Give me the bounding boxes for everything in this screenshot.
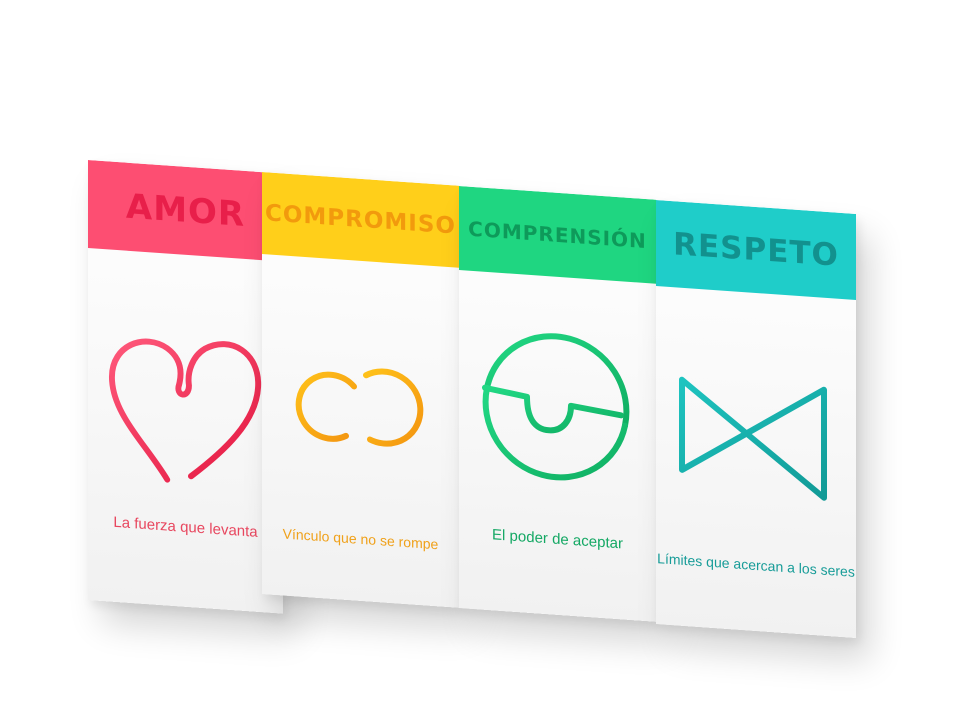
card-amor: AMOR La fuerza que levanta [88, 160, 283, 614]
circle-cup-icon [482, 333, 630, 481]
card-caption: Límites que acercan a los seres [657, 550, 855, 580]
card-header: RESPETO [656, 200, 856, 300]
card-title: RESPETO [673, 226, 839, 274]
card-title: COMPRENSIÓN [468, 216, 647, 254]
card-header: COMPRENSIÓN [459, 186, 656, 284]
card-caption: La fuerza que levanta [113, 513, 258, 541]
heart-loop-icon [108, 338, 262, 483]
card-respeto: RESPETO Límites que acercan a los seres [656, 200, 856, 638]
card-caption: Vínculo que no se rompe [282, 525, 439, 553]
bowtie-icon [679, 376, 827, 501]
card-comprension: COMPRENSIÓN El poder de aceptar [459, 186, 656, 622]
card-compromiso: COMPROMISO Vínculo que no se rompe [262, 172, 459, 608]
card-header: COMPROMISO [262, 172, 459, 268]
card-title: COMPROMISO [264, 200, 456, 240]
card-caption: El poder de aceptar [492, 526, 623, 553]
interlocked-rings-icon [295, 368, 424, 447]
card-header: AMOR [88, 160, 283, 262]
card-title: AMOR [125, 186, 246, 235]
